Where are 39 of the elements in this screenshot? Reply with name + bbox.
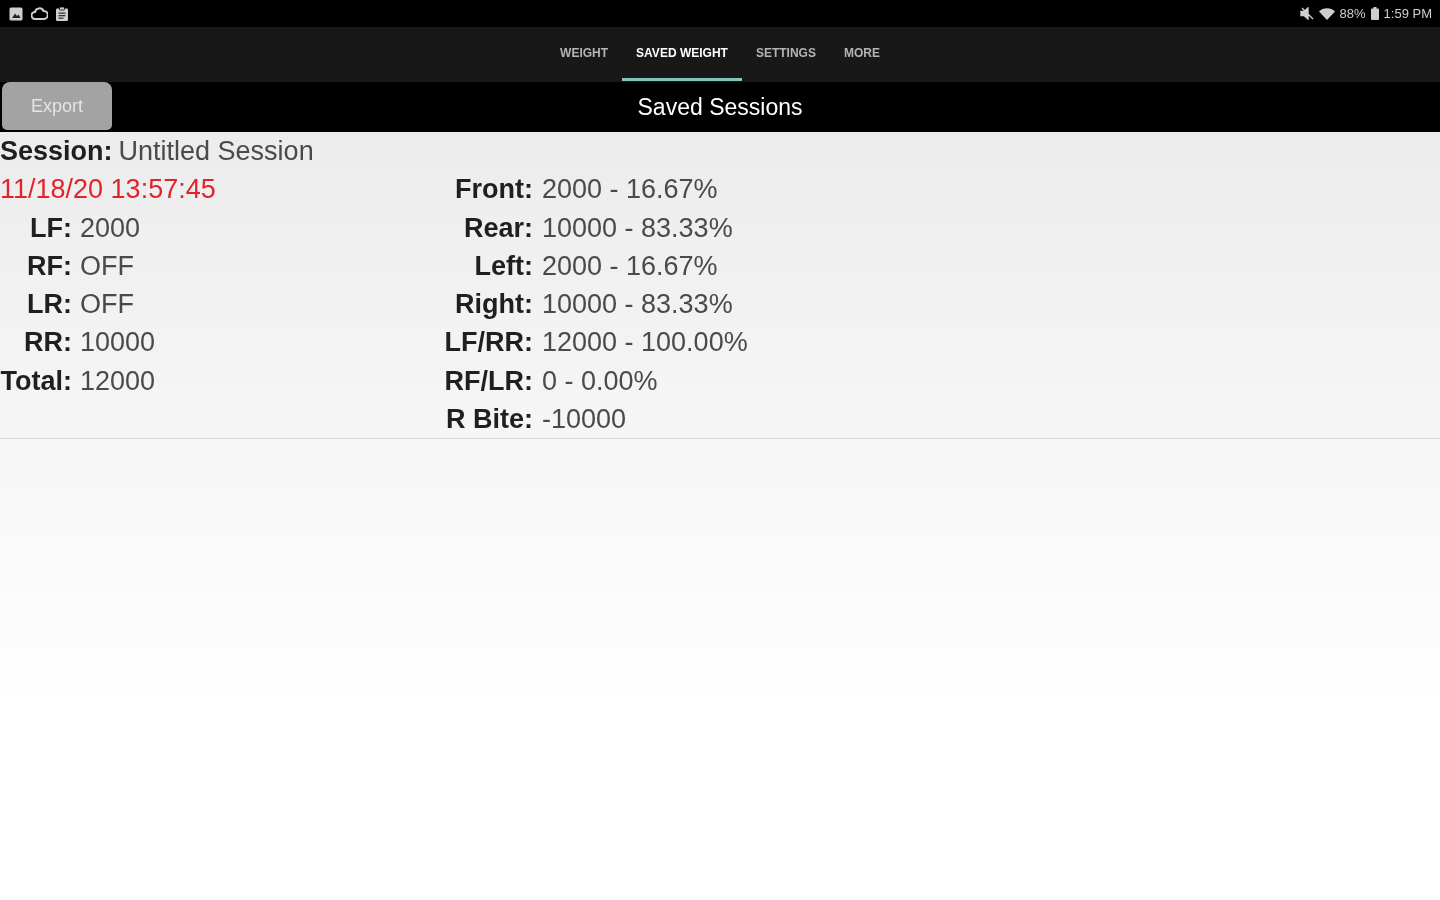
tab[interactable]: MORE [829,27,894,81]
clipboard-icon [56,6,68,21]
field-label: Right: [455,288,533,322]
field-label: LR: [27,288,72,322]
field-label: Total: [0,364,72,398]
field-value: OFF [80,249,134,283]
field-value: 10000 - 83.33% [542,288,733,322]
field-value: 12000 - 100.00% [542,326,748,360]
cloud-icon [31,7,48,20]
field-value: 2000 [80,211,141,245]
image-icon [9,6,23,21]
field-value: -10000 [542,403,627,437]
field-label: LF/RR: [444,326,533,360]
field-label: Rear: [463,211,533,245]
session-name: Untitled Session [118,135,314,168]
field-label: LF: [30,211,72,245]
field-value: 2000 - 16.67% [542,249,718,283]
field-value: 10000 [80,326,156,360]
field-label: RR: [24,326,72,360]
session-label: Session: [0,135,113,168]
tab[interactable]: WEIGHT [546,27,623,81]
field-value: OFF [80,288,134,322]
field-label: RF: [27,249,72,283]
field-label: RF/LR: [444,364,533,398]
field-label: R Bite: [446,403,533,437]
field-label: Front: [455,173,533,207]
wifi-icon [1318,7,1335,20]
tab[interactable]: SETTINGS [741,27,830,81]
field-value: 0 - 0.00% [542,364,658,398]
clock-time: 1:59 PM [1383,6,1432,21]
battery-percent: 88% [1339,6,1366,21]
battery-icon [1370,7,1379,20]
field-value: 2000 - 16.67% [542,173,718,207]
session-timestamp: 11/18/20 13:57:45 [0,173,216,207]
field-label: Left: [474,249,533,283]
mute-icon [1299,7,1314,20]
field-value: 12000 [80,364,156,398]
header-title: Saved Sessions [637,93,803,121]
field-value: 10000 - 83.33% [542,211,733,245]
